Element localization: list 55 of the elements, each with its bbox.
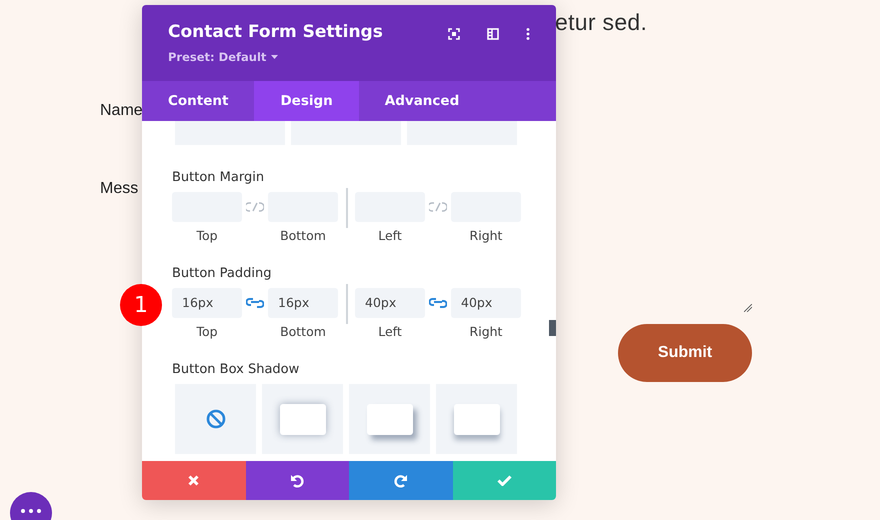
field-label: Bottom — [280, 324, 326, 339]
field-label: Top — [196, 228, 218, 243]
field-label: Top — [196, 324, 218, 339]
undo-button[interactable] — [246, 461, 349, 500]
submit-button[interactable]: Submit — [618, 324, 752, 382]
section-title: Button Padding — [172, 266, 273, 281]
columns-icon[interactable] — [487, 28, 499, 40]
link-icon[interactable] — [246, 297, 264, 309]
no-shadow-icon — [206, 409, 226, 429]
scrollbar-thumb[interactable] — [549, 320, 556, 336]
shadow-option[interactable] — [262, 384, 343, 454]
step-badge: 1 — [120, 284, 162, 326]
input-field[interactable]: 16px — [172, 288, 242, 318]
cancel-button[interactable] — [142, 461, 246, 500]
shadow-option[interactable] — [175, 384, 256, 454]
section-title: Button Box Shadow — [172, 362, 300, 377]
heading-text: etur sed. — [555, 9, 648, 36]
font-style-option[interactable] — [291, 121, 401, 145]
shadow-option[interactable] — [436, 384, 517, 454]
close-icon — [188, 475, 200, 486]
caret-icon — [271, 55, 278, 59]
input-field[interactable]: 40px — [355, 288, 425, 318]
font-style-option[interactable] — [175, 121, 285, 145]
redo-button[interactable] — [349, 461, 452, 500]
expand-icon[interactable] — [448, 28, 460, 40]
field-label: Bottom — [280, 228, 326, 243]
input-field[interactable]: 16px — [268, 288, 338, 318]
section-title: Button Margin — [172, 170, 266, 185]
font-style-option[interactable] — [407, 121, 517, 145]
redo-icon — [394, 474, 408, 488]
panel-title: Contact Form Settings — [168, 22, 383, 42]
more-options-icon[interactable] — [526, 28, 530, 40]
input-field[interactable]: 40px — [451, 288, 521, 318]
field-label: Left — [378, 324, 402, 339]
field-label: Right — [470, 228, 502, 243]
resize-handle-icon[interactable] — [744, 304, 752, 312]
unlink-icon[interactable] — [429, 201, 447, 213]
more-icon — [21, 509, 41, 513]
undo-icon — [290, 474, 304, 488]
shadow-preview — [280, 404, 326, 434]
field-label: Right — [470, 324, 502, 339]
shadow-preview — [454, 404, 500, 434]
panel-tab[interactable]: Content — [142, 81, 254, 121]
panel-tab[interactable]: Design — [254, 81, 359, 121]
save-button[interactable] — [452, 461, 556, 500]
link-icon[interactable] — [429, 297, 447, 309]
panel-tab[interactable]: Advanced — [358, 81, 486, 121]
preset-dropdown[interactable]: Preset: Default — [168, 50, 278, 64]
field-label: Mess — [100, 180, 138, 198]
field-label: Left — [378, 228, 402, 243]
unlink-icon[interactable] — [246, 201, 264, 213]
field-label: Name — [100, 102, 143, 120]
check-icon — [496, 475, 512, 486]
shadow-preview — [366, 404, 412, 434]
shadow-option[interactable] — [349, 384, 430, 454]
